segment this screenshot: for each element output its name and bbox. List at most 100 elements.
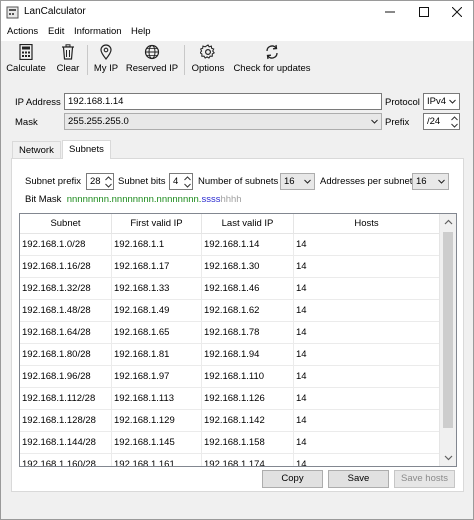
- protocol-value: IPv4: [427, 96, 447, 107]
- my-ip-label: My IP: [93, 63, 119, 74]
- cell-hosts: 14: [294, 432, 440, 454]
- minimize-button[interactable]: [373, 1, 406, 23]
- menu-help[interactable]: Help: [131, 26, 151, 37]
- cell-subnet: 192.168.1.48/28: [20, 300, 112, 322]
- options-label: Options: [191, 63, 225, 74]
- chevron-down-icon: [371, 119, 378, 124]
- table-row[interactable]: 192.168.1.128/28 192.168.1.129 192.168.1.1…: [20, 410, 440, 432]
- menu-information[interactable]: Information: [74, 26, 122, 37]
- table-row[interactable]: 192.168.1.112/28 192.168.1.113 192.168.1.1…: [20, 388, 440, 410]
- cell-last-valid-ip: 192.168.1.158: [202, 432, 294, 454]
- subnet-prefix-spinner[interactable]: 28: [86, 173, 114, 190]
- table-row[interactable]: 192.168.1.96/28 192.168.1.97 192.168.1.110…: [20, 366, 440, 388]
- cell-subnet: 192.168.1.32/28: [20, 278, 112, 300]
- cell-hosts: 14: [294, 410, 440, 432]
- cell-subnet: 192.168.1.128/28: [20, 410, 112, 432]
- close-button[interactable]: [440, 1, 473, 23]
- table-row[interactable]: 192.168.1.160/28 192.168.1.161 192.168.1.1…: [20, 454, 440, 466]
- menu-actions[interactable]: Actions: [7, 26, 38, 37]
- table-row[interactable]: 192.168.1.0/28 192.168.1.1 192.168.1.14 14: [20, 234, 440, 256]
- my-ip-button[interactable]: My IP: [91, 42, 121, 78]
- save-hosts-button[interactable]: Save hosts: [394, 470, 455, 488]
- cell-first-valid-ip: 192.168.1.145: [112, 432, 202, 454]
- bit-mask-network-bits: nnnnnnnn.nnnnnnnn.nnnnnnnn.: [66, 194, 202, 205]
- gear-icon: [200, 44, 215, 59]
- column-header-last-valid-ip[interactable]: Last valid IP: [202, 214, 294, 234]
- cell-last-valid-ip: 192.168.1.110: [202, 366, 294, 388]
- cell-hosts: 14: [294, 322, 440, 344]
- cell-last-valid-ip: 192.168.1.46: [202, 278, 294, 300]
- table-row[interactable]: 192.168.1.64/28 192.168.1.65 192.168.1.78 1…: [20, 322, 440, 344]
- tab-network[interactable]: Network: [12, 141, 61, 159]
- ip-address-label: IP Address: [15, 97, 61, 108]
- subnet-bits-spinner[interactable]: 4: [169, 173, 193, 190]
- trash-icon: [62, 44, 74, 60]
- globe-icon: [144, 44, 160, 60]
- scrollbar-thumb[interactable]: [443, 232, 453, 428]
- spin-down-icon[interactable]: [183, 182, 192, 189]
- protocol-label: Protocol: [385, 97, 420, 108]
- protocol-select[interactable]: IPv4: [423, 93, 460, 110]
- menu-edit[interactable]: Edit: [48, 26, 64, 37]
- addresses-per-subnet-select[interactable]: 16: [412, 173, 449, 190]
- minimize-icon: [384, 11, 395, 13]
- table-row[interactable]: 192.168.1.32/28 192.168.1.33 192.168.1.46 1…: [20, 278, 440, 300]
- cell-hosts: 14: [294, 278, 440, 300]
- maximize-icon: [418, 7, 429, 18]
- table-row[interactable]: 192.168.1.16/28 192.168.1.17 192.168.1.30 1…: [20, 256, 440, 278]
- column-header-subnet[interactable]: Subnet: [20, 214, 112, 234]
- reserved-ip-button[interactable]: Reserved IP: [125, 42, 179, 78]
- cell-first-valid-ip: 192.168.1.33: [112, 278, 202, 300]
- bit-mask-subnet-bits: ssss: [201, 194, 221, 205]
- cell-last-valid-ip: 192.168.1.94: [202, 344, 294, 366]
- table-row[interactable]: 192.168.1.48/28 192.168.1.49 192.168.1.62 1…: [20, 300, 440, 322]
- cell-first-valid-ip: 192.168.1.113: [112, 388, 202, 410]
- clear-button[interactable]: Clear: [53, 42, 83, 78]
- scroll-down-icon[interactable]: [444, 454, 453, 461]
- tab-subnets[interactable]: Subnets: [62, 140, 111, 159]
- cell-first-valid-ip: 192.168.1.129: [112, 410, 202, 432]
- options-button[interactable]: Options: [189, 42, 227, 78]
- prefix-spinner[interactable]: /24: [423, 113, 460, 130]
- addresses-per-subnet-label: Addresses per subnet: [320, 176, 413, 187]
- toolbar-separator: [184, 45, 185, 75]
- spin-down-icon[interactable]: [450, 122, 459, 129]
- number-of-subnets-label: Number of subnets: [198, 176, 279, 187]
- clear-label: Clear: [56, 63, 80, 74]
- cell-last-valid-ip: 192.168.1.78: [202, 322, 294, 344]
- cell-hosts: 14: [294, 234, 440, 256]
- mask-value: 255.255.255.0: [68, 116, 129, 127]
- subnet-bits-value: 4: [173, 176, 179, 187]
- subnets-table: Subnet First valid IP Last valid IP Host…: [19, 213, 457, 467]
- table-row[interactable]: 192.168.1.80/28 192.168.1.81 192.168.1.94 1…: [20, 344, 440, 366]
- calculate-button[interactable]: Calculate: [5, 42, 47, 78]
- cell-subnet: 192.168.1.96/28: [20, 366, 112, 388]
- cell-hosts: 14: [294, 300, 440, 322]
- cell-subnet: 192.168.1.80/28: [20, 344, 112, 366]
- spin-down-icon[interactable]: [104, 182, 113, 189]
- table-row[interactable]: 192.168.1.144/28 192.168.1.145 192.168.1.1…: [20, 432, 440, 454]
- calculator-icon: [19, 44, 33, 60]
- chevron-down-icon: [449, 99, 456, 104]
- cell-first-valid-ip: 192.168.1.1: [112, 234, 202, 256]
- app-window: LanCalculator Actions Edit Information H…: [0, 0, 474, 520]
- spin-up-icon[interactable]: [104, 175, 113, 182]
- vertical-scrollbar[interactable]: [439, 214, 456, 466]
- cell-first-valid-ip: 192.168.1.17: [112, 256, 202, 278]
- copy-button[interactable]: Copy: [262, 470, 323, 488]
- scroll-up-icon[interactable]: [444, 219, 453, 226]
- mask-select[interactable]: 255.255.255.0: [64, 113, 382, 130]
- number-of-subnets-select[interactable]: 16: [280, 173, 315, 190]
- spin-up-icon[interactable]: [450, 115, 459, 122]
- prefix-label: Prefix: [385, 117, 410, 128]
- refresh-icon: [266, 44, 278, 60]
- check-updates-button[interactable]: Check for updates: [231, 42, 313, 78]
- column-header-first-valid-ip[interactable]: First valid IP: [112, 214, 202, 234]
- cell-first-valid-ip: 192.168.1.49: [112, 300, 202, 322]
- maximize-button[interactable]: [407, 1, 440, 23]
- spin-up-icon[interactable]: [183, 175, 192, 182]
- ip-address-input[interactable]: 192.168.1.14: [64, 93, 382, 110]
- column-header-hosts[interactable]: Hosts: [294, 214, 440, 234]
- subnet-bits-label: Subnet bits: [118, 176, 166, 187]
- save-button[interactable]: Save: [328, 470, 389, 488]
